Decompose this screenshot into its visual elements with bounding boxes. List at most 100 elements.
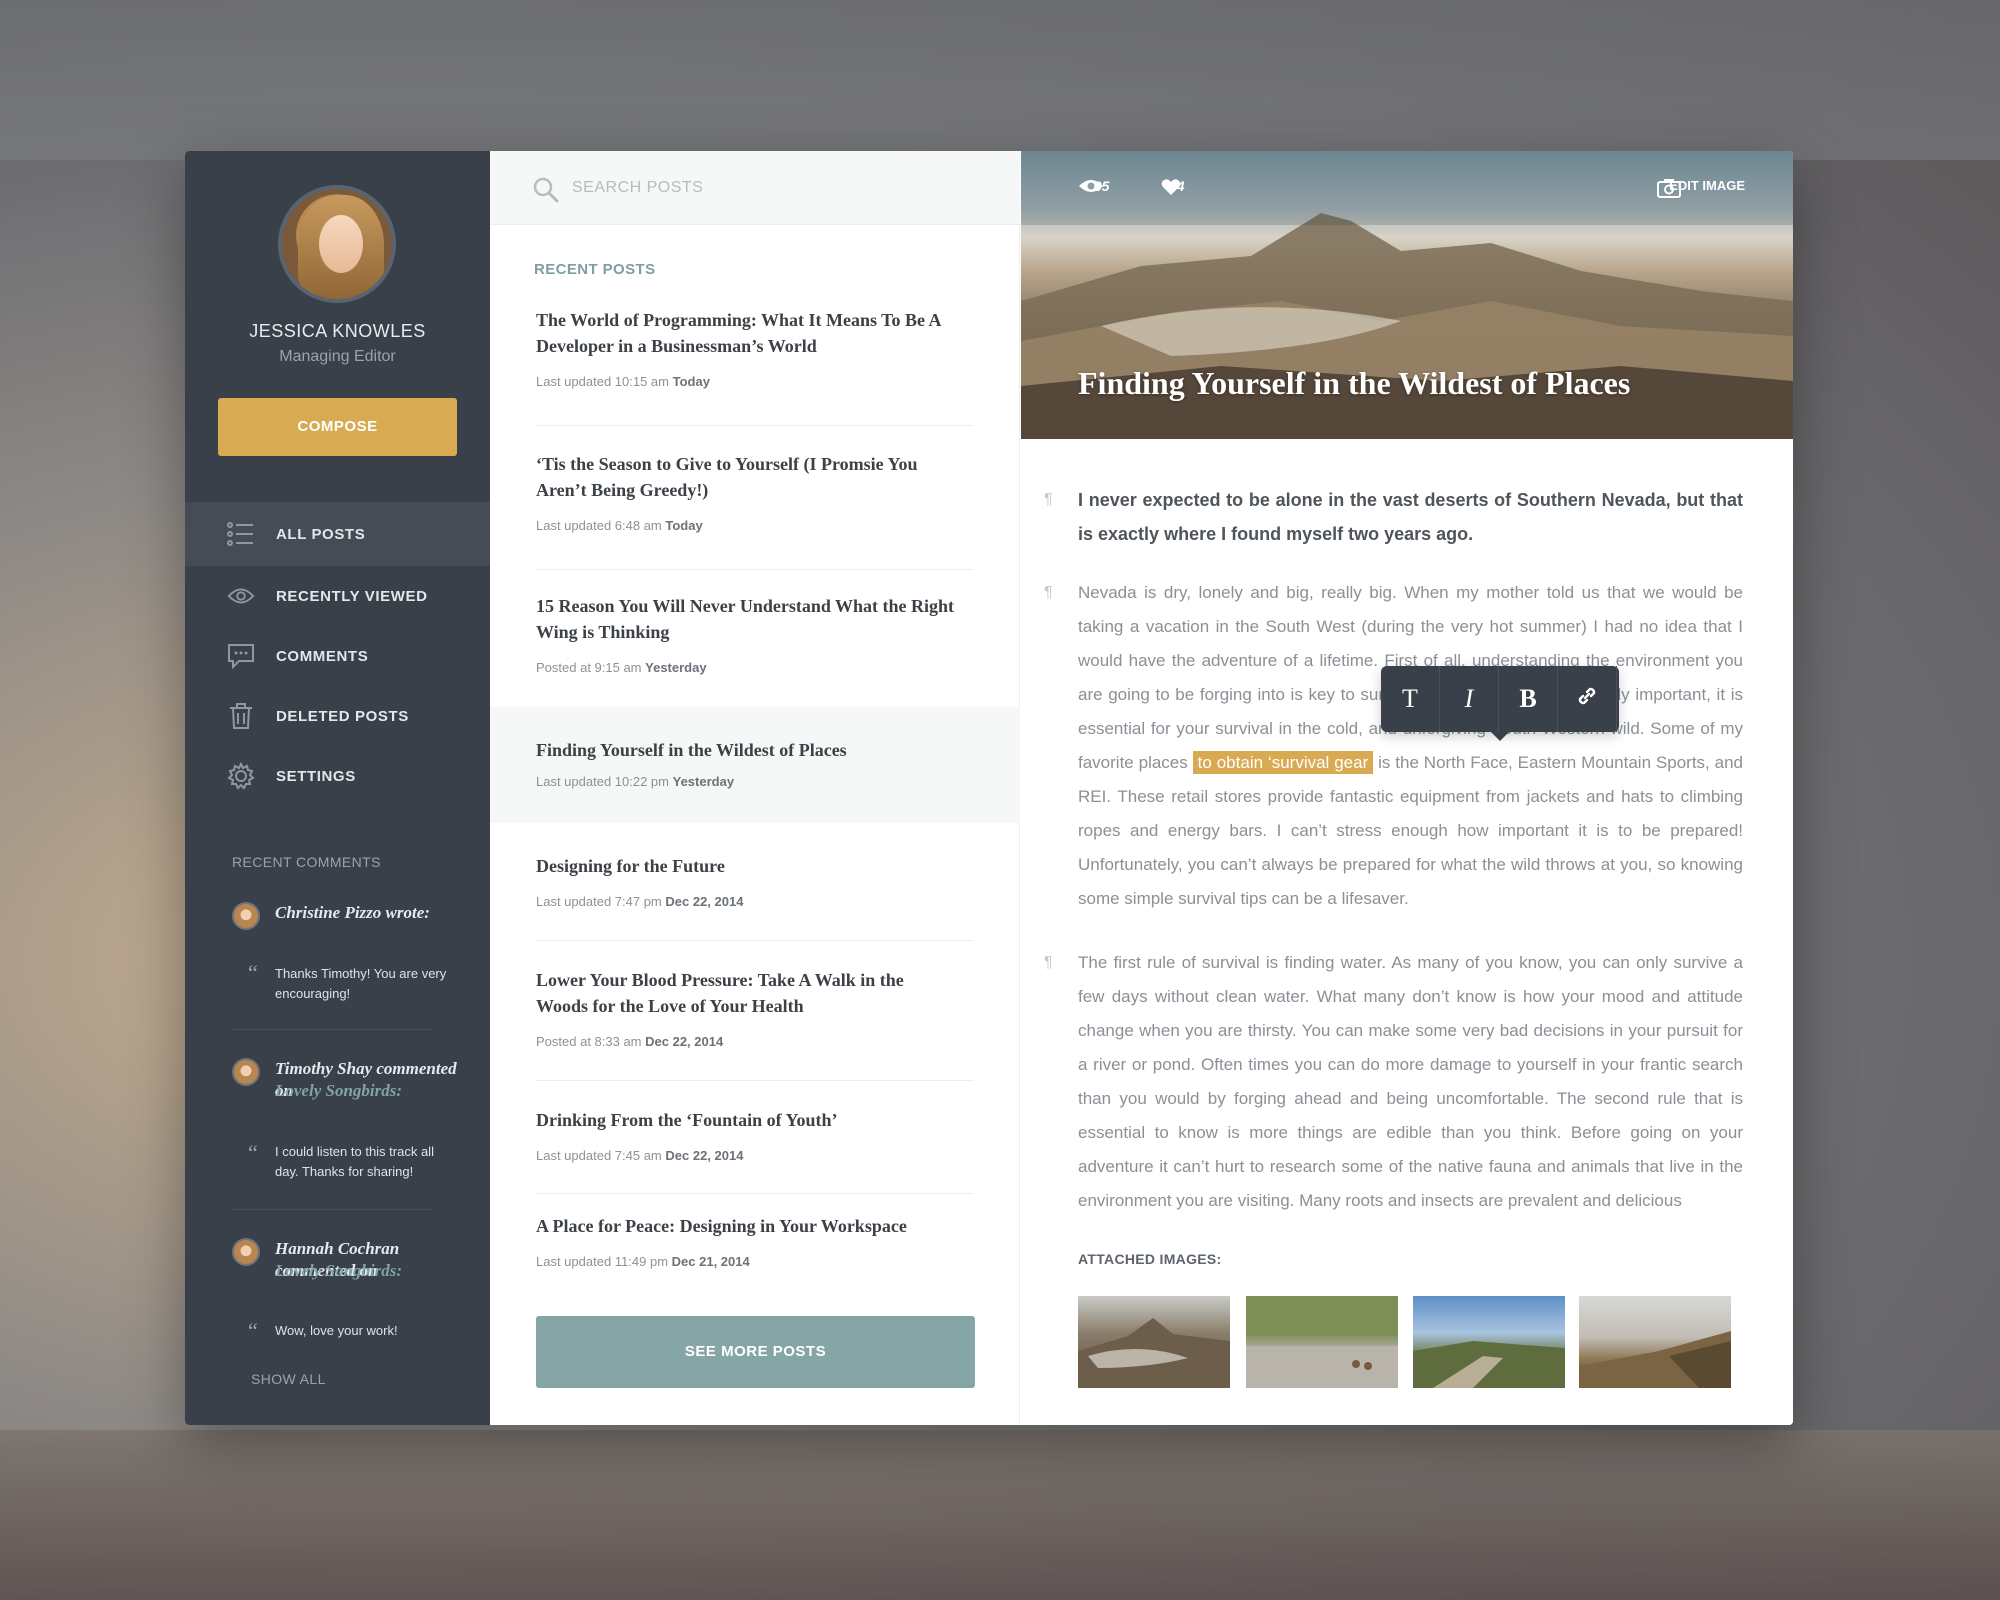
link-button[interactable]	[1558, 666, 1617, 732]
app-window: JESSICA KNOWLES Managing Editor COMPOSE …	[185, 151, 1793, 1425]
divider	[536, 1080, 974, 1081]
post-title: Designing for the Future	[536, 856, 725, 876]
sidebar-item-recently-viewed[interactable]: RECENTLY VIEWED	[185, 566, 490, 626]
paragraph-icon: ¶	[1044, 954, 1053, 971]
sidebar-item-deleted-posts[interactable]: DELETED POSTS	[185, 686, 490, 746]
comment-author: Hannah Cochran commented on Lovely Songb…	[275, 1238, 460, 1282]
sidebar-item-label: COMMENTS	[276, 647, 369, 665]
sidebar-item-label: SETTINGS	[276, 767, 356, 785]
sidebar: JESSICA KNOWLES Managing Editor COMPOSE …	[185, 151, 490, 1425]
post-item-selected[interactable]: Finding Yourself in the Wildest of Place…	[490, 707, 1020, 823]
search-bar	[490, 151, 1020, 225]
avatar-face	[319, 215, 363, 273]
comment-author-name: Christine Pizzo	[275, 903, 382, 922]
post-meta-date: Today	[665, 518, 703, 533]
post-meta: Posted at 8:33 am Dec 22, 2014	[536, 1034, 723, 1049]
article-panel: 285 44 EDIT IMAGE Finding Yourself in th…	[1021, 151, 1793, 1425]
avatar	[232, 1238, 260, 1266]
search-input[interactable]	[572, 173, 972, 203]
comment-author: Timothy Shay commented on Lovely Songbir…	[275, 1058, 460, 1102]
article-paragraph[interactable]: Nevada is dry, lonely and big, really bi…	[1078, 576, 1743, 916]
attached-image-thumbnail[interactable]	[1246, 1296, 1398, 1388]
views-stat: 285	[1078, 178, 1109, 194]
text-style-button[interactable]: T	[1381, 666, 1440, 732]
attached-image-thumbnail[interactable]	[1413, 1296, 1565, 1388]
divider	[232, 1029, 432, 1030]
post-title: A Place for Peace: Designing in Your Wor…	[536, 1216, 907, 1236]
edit-image-button[interactable]: EDIT IMAGE	[1657, 178, 1745, 198]
quote-icon: “	[248, 1140, 258, 1165]
avatar[interactable]	[278, 185, 396, 303]
post-meta-date: Dec 21, 2014	[671, 1254, 750, 1269]
comment-icon	[227, 642, 255, 670]
show-all-link[interactable]: SHOW ALL	[251, 1371, 326, 1387]
post-title: Drinking From the ‘Fountain of Youth’	[536, 1110, 838, 1130]
comment-author-name: Timothy Shay	[275, 1059, 373, 1078]
posts-column: RECENT POSTS The World of Programming: W…	[490, 151, 1020, 1425]
article-paragraph[interactable]: The first rule of survival is finding wa…	[1078, 946, 1743, 1354]
likes-stat[interactable]: 44	[1161, 178, 1185, 195]
compose-button[interactable]: COMPOSE	[218, 398, 457, 456]
post-item[interactable]: A Place for Peace: Designing in Your Wor…	[490, 1213, 1020, 1283]
post-meta-label: Posted at 9:15 am	[536, 660, 642, 675]
eye-icon	[227, 582, 255, 610]
post-meta-date: Dec 22, 2014	[665, 1148, 744, 1163]
post-title: The World of Programming: What It Means …	[536, 310, 941, 356]
divider	[536, 569, 974, 570]
sidebar-item-all-posts[interactable]: ALL POSTS	[185, 502, 490, 566]
see-more-posts-button[interactable]: SEE MORE POSTS	[536, 1316, 975, 1388]
post-meta: Last updated 11:49 pm Dec 21, 2014	[536, 1254, 750, 1269]
paragraph-icon: ¶	[1044, 491, 1053, 508]
sidebar-item-label: ALL POSTS	[276, 525, 366, 543]
article-lead[interactable]: I never expected to be alone in the vast…	[1078, 483, 1743, 551]
gear-icon	[227, 762, 255, 790]
avatar	[232, 1058, 260, 1086]
post-meta-label: Last updated 11:49 pm	[536, 1254, 669, 1269]
sidebar-item-label: RECENTLY VIEWED	[276, 587, 428, 605]
post-meta-label: Posted at 8:33 am	[536, 1034, 642, 1049]
attached-image-thumbnail[interactable]	[1579, 1296, 1731, 1388]
post-meta-date: Today	[672, 374, 710, 389]
sidebar-item-settings[interactable]: SETTINGS	[185, 746, 490, 806]
post-meta-label: Last updated 7:45 am	[536, 1148, 662, 1163]
link-icon	[1575, 684, 1599, 715]
quote-icon: “	[248, 1318, 258, 1343]
sidebar-item-comments[interactable]: COMMENTS	[185, 626, 490, 686]
sidebar-item-label: DELETED POSTS	[276, 707, 409, 725]
search-icon[interactable]	[532, 176, 560, 209]
paragraph-icon: ¶	[1044, 584, 1053, 601]
bold-button[interactable]: B	[1499, 666, 1558, 732]
post-title: Finding Yourself in the Wildest of Place…	[536, 740, 847, 760]
attached-image-thumbnail[interactable]	[1078, 1296, 1230, 1388]
divider	[536, 940, 974, 941]
comment-author: Christine Pizzo wrote:	[275, 902, 460, 924]
post-item[interactable]: Drinking From the ‘Fountain of Youth’ La…	[490, 1107, 1020, 1177]
hero-image: 285 44 EDIT IMAGE Finding Yourself in th…	[1021, 151, 1793, 439]
comment-text: I could listen to this track all day. Th…	[275, 1144, 434, 1179]
post-meta: Last updated 10:15 am Today	[536, 374, 710, 389]
post-item[interactable]: The World of Programming: What It Means …	[490, 307, 1020, 417]
post-meta-label: Last updated 6:48 am	[536, 518, 662, 533]
post-item[interactable]: Designing for the Future Last updated 7:…	[490, 853, 1020, 923]
post-meta-date: Yesterday	[672, 774, 735, 789]
quote-icon: “	[248, 960, 258, 985]
post-meta-label: Last updated 10:15 am	[536, 374, 669, 389]
divider	[536, 425, 974, 426]
post-item[interactable]: 15 Reason You Will Never Understand What…	[490, 593, 1020, 703]
post-meta-label: Last updated 7:47 pm	[536, 894, 662, 909]
post-title: Lower Your Blood Pressure: Take A Walk i…	[536, 970, 904, 1016]
avatar	[232, 902, 260, 930]
article-title[interactable]: Finding Yourself in the Wildest of Place…	[1078, 365, 1630, 402]
trash-icon	[227, 702, 255, 730]
post-title: ‘Tis the Season to Give to Yourself (I P…	[536, 454, 918, 500]
post-item[interactable]: Lower Your Blood Pressure: Take A Walk i…	[490, 967, 1020, 1077]
comment-text: Thanks Timothy! You are very encouraging…	[275, 966, 447, 1001]
selected-text[interactable]: to obtain ‘survival gear	[1192, 751, 1374, 774]
post-title: 15 Reason You Will Never Understand What…	[536, 596, 955, 642]
post-item[interactable]: ‘Tis the Season to Give to Yourself (I P…	[490, 451, 1020, 561]
sidebar-nav: ALL POSTS RECENTLY VIEWED COMMENTS DELET…	[185, 502, 490, 806]
italic-button[interactable]: I	[1440, 666, 1499, 732]
divider	[232, 1209, 432, 1210]
list-icon	[227, 520, 255, 548]
recent-comments-title: RECENT COMMENTS	[232, 854, 381, 870]
